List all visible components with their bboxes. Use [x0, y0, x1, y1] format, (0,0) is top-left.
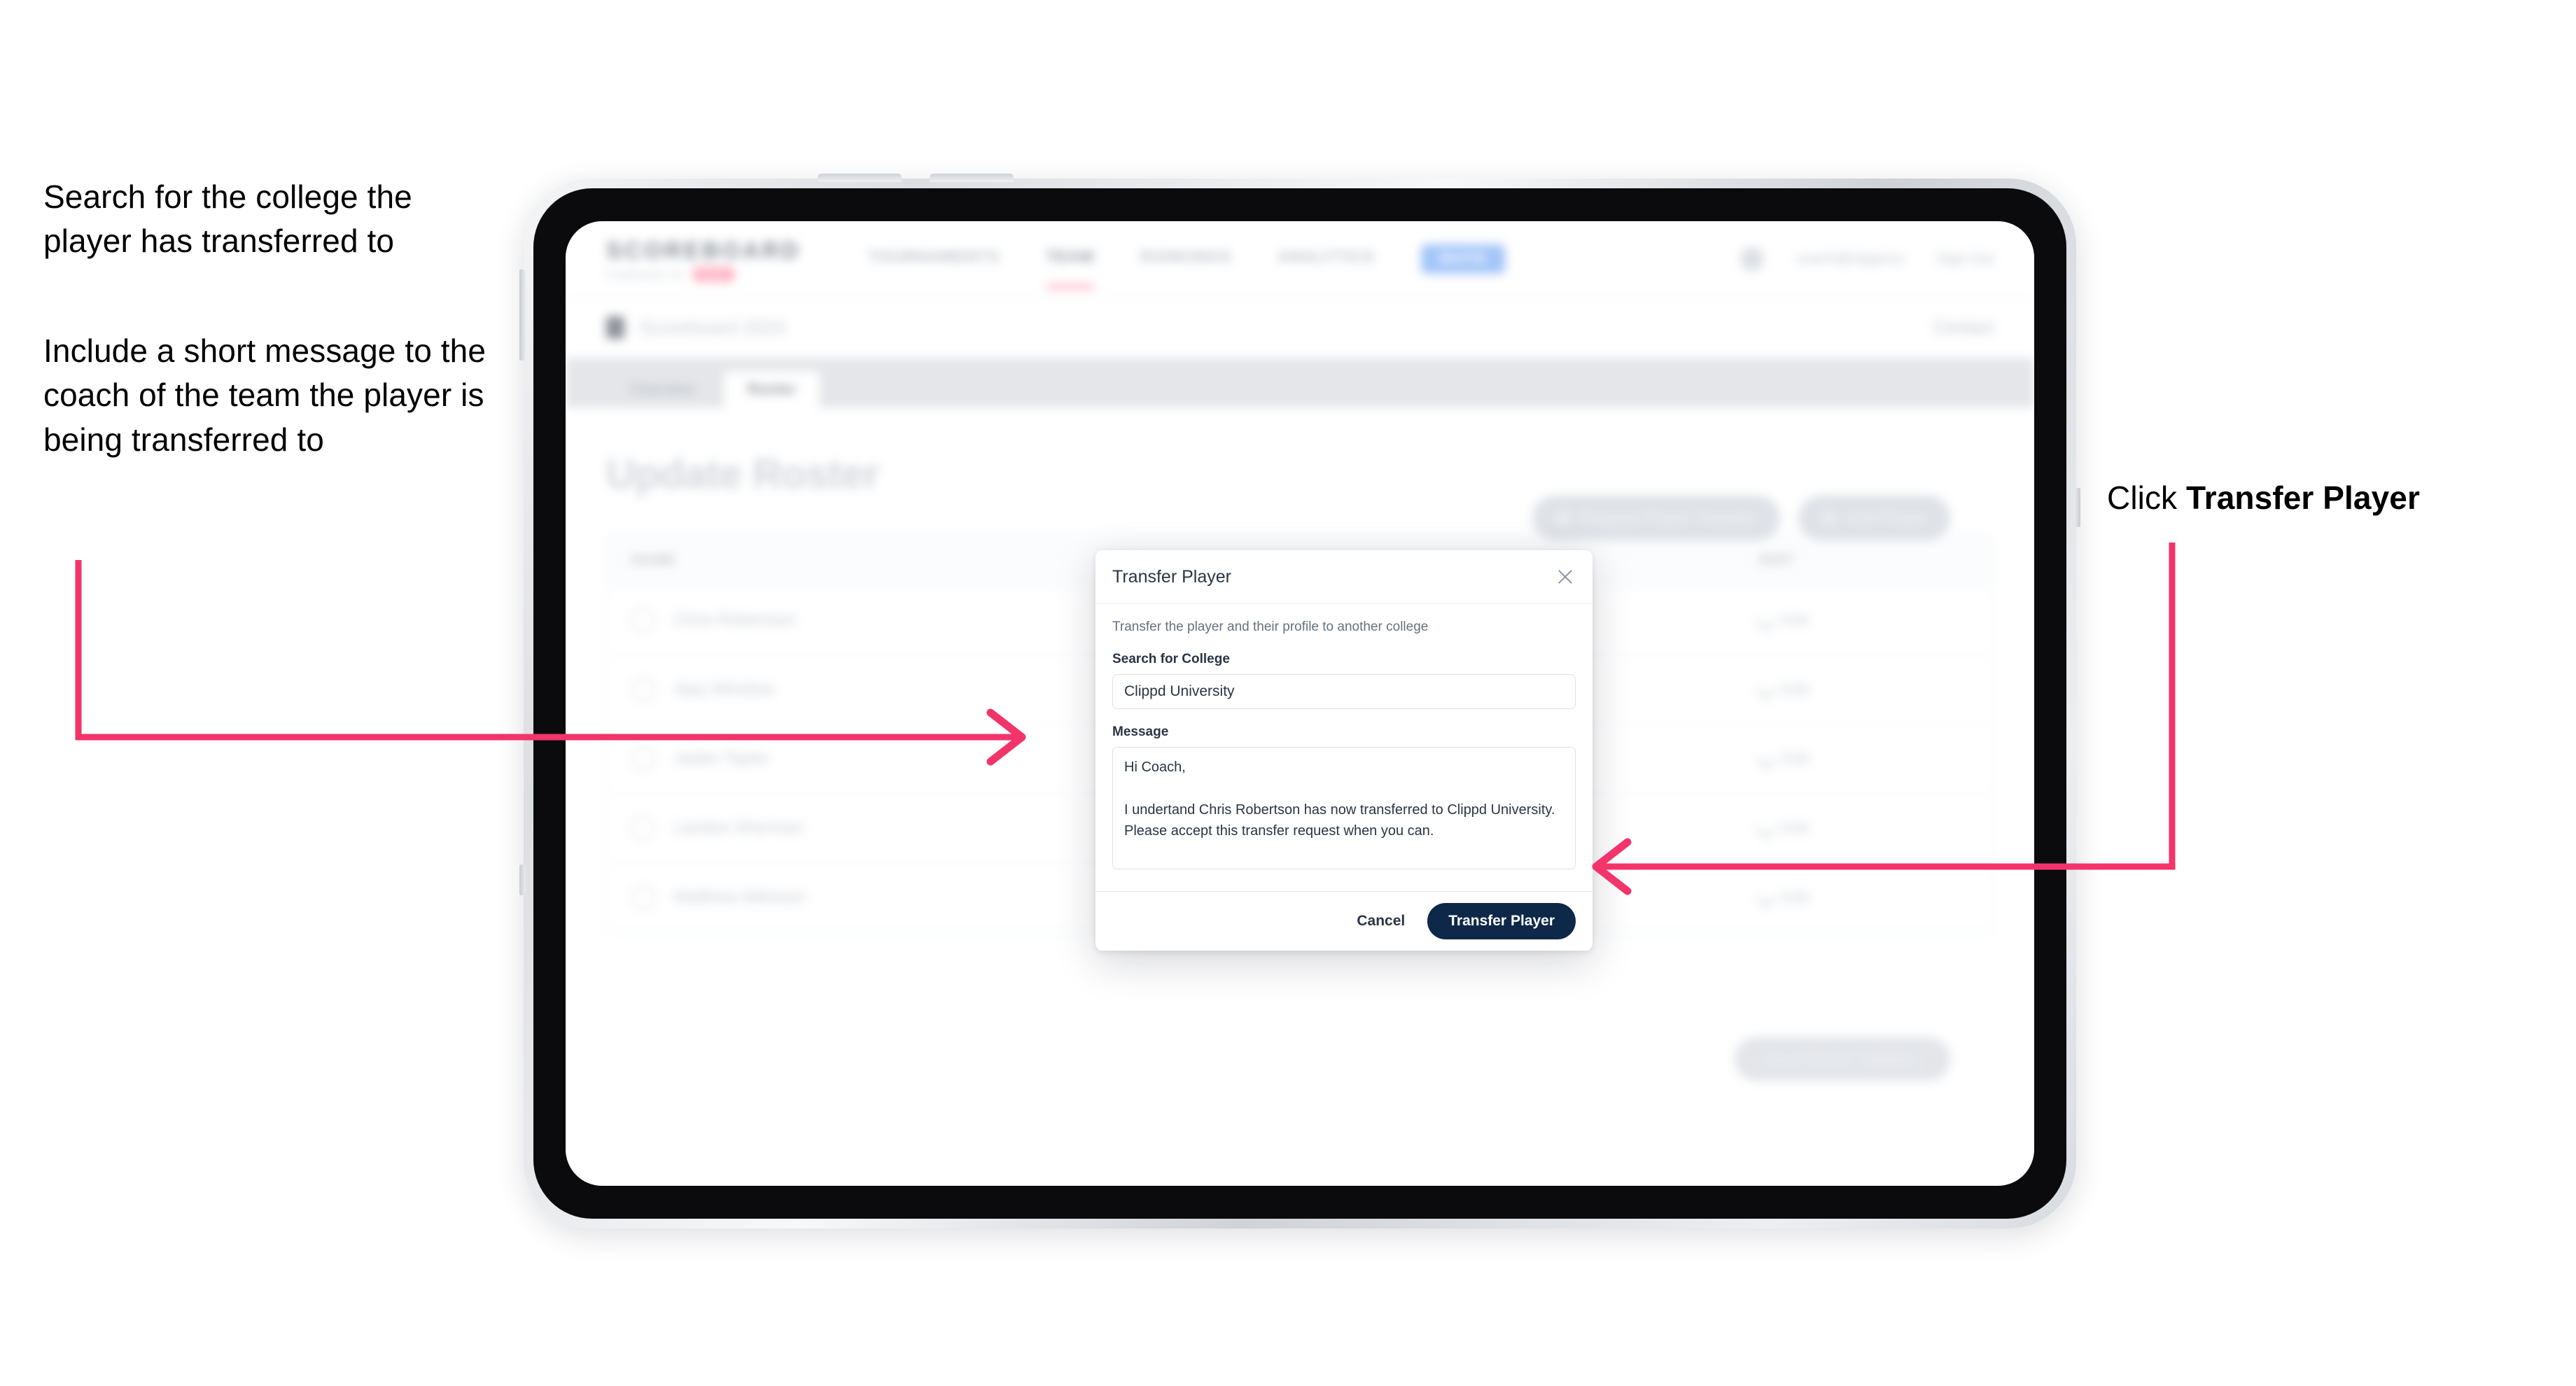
- brand-logo[interactable]: SCOREBOARD POWERED BY NEW: [606, 237, 801, 281]
- row-checkbox[interactable]: [631, 677, 656, 702]
- power-button[interactable]: [2074, 488, 2080, 527]
- row-checkbox[interactable]: [631, 885, 656, 910]
- row-checkbox[interactable]: [631, 608, 656, 633]
- transfer-player-button[interactable]: Transfer Player: [1427, 903, 1576, 939]
- row-checkbox[interactable]: [631, 746, 656, 771]
- pencil-icon: [1756, 887, 1777, 908]
- main-nav: TOURNAMENTS TEAM RANKINGS ANALYTICS INVI…: [868, 244, 1505, 288]
- pencil-icon: [1756, 748, 1777, 769]
- annotation-click-transfer: Click Transfer Player: [2107, 476, 2527, 520]
- page-title: Update Roster: [606, 451, 879, 497]
- add-player-label: Add Player: [1846, 509, 1926, 526]
- tab-roster[interactable]: Roster: [723, 371, 820, 407]
- plus-icon: [1822, 511, 1837, 525]
- row-checkbox[interactable]: [631, 816, 656, 841]
- request-player-transfer-label: Request Player Transfer: [1580, 509, 1757, 526]
- header-right: coach@clippd.io Sign Out: [1740, 247, 1994, 271]
- message-textarea[interactable]: [1112, 747, 1576, 869]
- row-edit-label: Edit: [1782, 611, 1809, 629]
- modal-footer: Cancel Transfer Player: [1096, 891, 1592, 951]
- modal-header: Transfer Player: [1096, 550, 1592, 604]
- left-side-button-b[interactable]: [519, 864, 526, 895]
- page-actions: Request Player Transfer Add Player: [1532, 496, 1950, 540]
- brand-badge: NEW: [693, 267, 734, 281]
- brand-wordmark: SCOREBOARD: [606, 237, 802, 263]
- modal-body: Transfer the player and their profile to…: [1096, 604, 1592, 891]
- app-tabs: Overview Roster: [566, 358, 2034, 407]
- tablet-bezel-inner: SCOREBOARD POWERED BY NEW TOURNAMENTS TE…: [533, 188, 2066, 1219]
- row-edit-link[interactable]: Edit: [1756, 610, 1969, 631]
- nav-item-analytics[interactable]: ANALYTICS: [1278, 248, 1375, 270]
- pencil-icon: [1756, 818, 1777, 839]
- row-edit-link[interactable]: Edit: [1756, 679, 1969, 700]
- volume-down-button[interactable]: [930, 174, 1014, 182]
- row-edit-link[interactable]: Edit: [1756, 818, 1969, 839]
- annotation-include-message: Include a short message to the coach of …: [43, 332, 486, 458]
- subbar-title: Scoreboard 2024: [640, 317, 785, 339]
- volume-up-button[interactable]: [818, 174, 902, 182]
- app-subbar: Scoreboard 2024 Contact: [566, 298, 2034, 358]
- nav-item-team[interactable]: TEAM: [1046, 248, 1095, 288]
- row-edit-label: Edit: [1782, 888, 1809, 906]
- message-field-label: Message: [1112, 724, 1169, 739]
- modal-title: Transfer Player: [1112, 566, 1231, 587]
- row-edit-label: Edit: [1782, 750, 1809, 767]
- cancel-button[interactable]: Cancel: [1352, 912, 1409, 930]
- scoreboard-icon: [606, 316, 624, 339]
- tab-overview[interactable]: Overview: [606, 371, 718, 407]
- save-roster-updates-button[interactable]: Save Roster Updates: [1734, 1037, 1950, 1081]
- row-edit-link[interactable]: Edit: [1756, 887, 1969, 908]
- annotation-click-prefix: Click: [2107, 479, 2187, 516]
- field-spacer: [1112, 709, 1576, 724]
- nav-invite-button[interactable]: INVITE: [1420, 244, 1505, 274]
- search-college-input[interactable]: [1112, 674, 1576, 709]
- row-edit-link[interactable]: Edit: [1756, 748, 1969, 769]
- row-edit-label: Edit: [1782, 680, 1809, 698]
- column-header-edit: EDIT: [1759, 551, 1795, 568]
- nav-item-tournaments[interactable]: TOURNAMENTS: [868, 248, 1000, 270]
- user-email: coach@clippd.io: [1795, 251, 1905, 267]
- transfer-player-modal: Transfer Player Transfer the player and …: [1096, 550, 1592, 951]
- annotation-click-bold: Transfer Player: [2186, 479, 2420, 516]
- app-header: SCOREBOARD POWERED BY NEW TOURNAMENTS TE…: [566, 221, 2034, 298]
- modal-description: Transfer the player and their profile to…: [1112, 620, 1429, 634]
- avatar[interactable]: [1740, 247, 1764, 271]
- subbar-title-muted: 2024: [743, 316, 785, 338]
- close-icon[interactable]: [1553, 565, 1577, 589]
- brand-sub-text: POWERED BY: [606, 268, 687, 280]
- nav-item-rankings[interactable]: RANKINGS: [1140, 248, 1231, 270]
- transfer-icon: [1556, 511, 1571, 525]
- pencil-icon: [1756, 679, 1777, 700]
- tablet-screen: SCOREBOARD POWERED BY NEW TOURNAMENTS TE…: [566, 221, 2034, 1186]
- college-field-label: Search for College: [1112, 652, 1230, 666]
- request-player-transfer-button[interactable]: Request Player Transfer: [1532, 496, 1781, 540]
- add-player-button[interactable]: Add Player: [1798, 496, 1950, 540]
- pencil-icon: [1756, 610, 1777, 631]
- row-edit-label: Edit: [1782, 819, 1809, 836]
- tablet-device: SCOREBOARD POWERED BY NEW TOURNAMENTS TE…: [519, 174, 2080, 1228]
- subbar-contact-link[interactable]: Contact: [1933, 318, 1994, 338]
- sign-out-link[interactable]: Sign Out: [1936, 251, 1994, 267]
- subbar-title-main: Scoreboard: [640, 316, 738, 338]
- left-side-button-a[interactable]: [519, 270, 526, 360]
- brand-sub: POWERED BY NEW: [606, 267, 801, 281]
- annotation-search-college: Search for the college the player has tr…: [43, 178, 412, 260]
